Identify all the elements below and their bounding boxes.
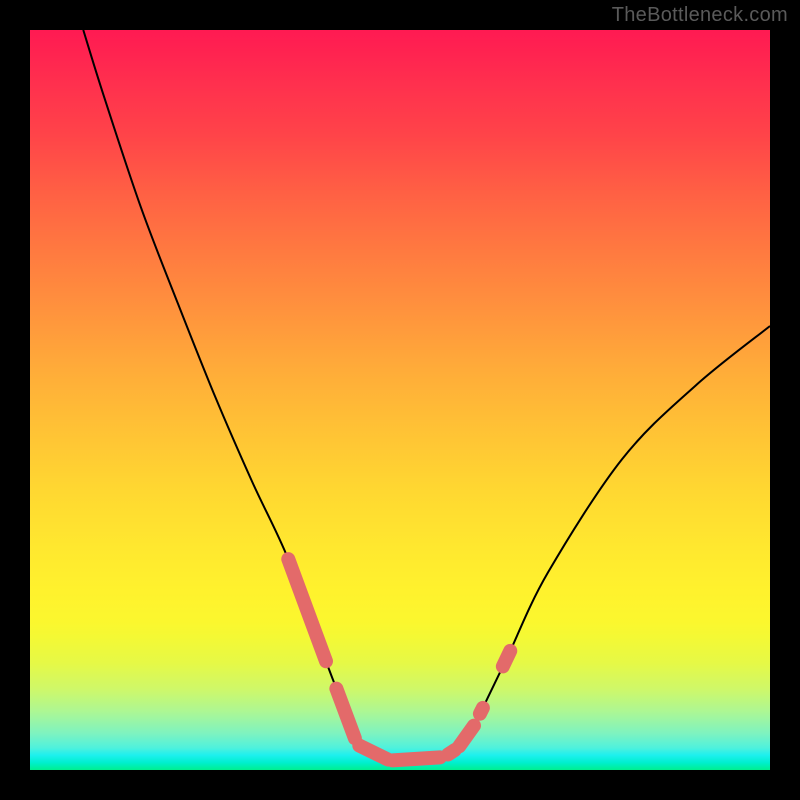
marker-right-2 <box>459 726 474 747</box>
marker-left-3 <box>359 746 388 760</box>
marker-right-3 <box>480 708 483 714</box>
marker-floor <box>393 757 440 760</box>
chart-plot-area <box>30 30 770 770</box>
bottleneck-curve-svg <box>30 30 770 770</box>
marker-left-1 <box>288 559 326 661</box>
marker-left-2 <box>336 689 355 739</box>
bottleneck-curve-path <box>83 30 770 761</box>
marker-group <box>288 559 510 760</box>
chart-frame: TheBottleneck.com <box>0 0 800 800</box>
marker-right-4 <box>503 651 510 667</box>
watermark-text: TheBottleneck.com <box>612 4 788 27</box>
